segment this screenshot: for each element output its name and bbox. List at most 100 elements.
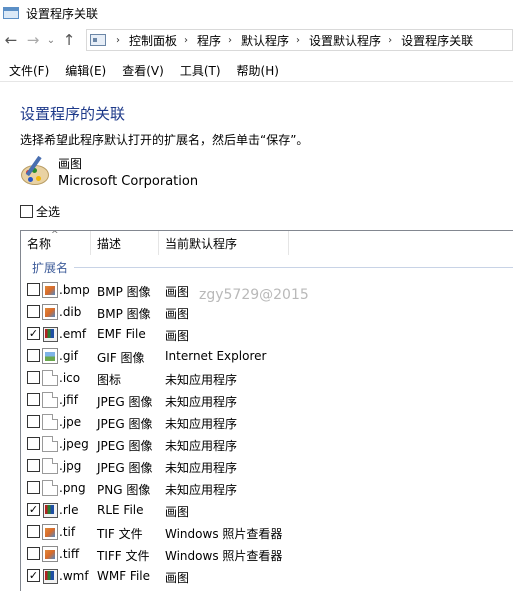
blank-file-icon [42, 458, 58, 474]
list-item[interactable]: .tiff TIFF 文件 Windows 照片查看器 [21, 543, 513, 565]
list-item[interactable]: ✓ .rle RLE File 画图 [21, 499, 513, 521]
list-rows: .bmp BMP 图像 画图 .dib BMP 图像 画图 ✓ .emf EMF File 画图.… [21, 279, 513, 587]
row-description: GIF 图像 [97, 351, 145, 365]
row-description: JPEG 图像 [97, 417, 153, 431]
row-default-program: Windows 照片查看器 [165, 527, 283, 541]
row-description: BMP 图像 [97, 307, 151, 321]
list-item[interactable]: .jpeg JPEG 图像 未知应用程序 [21, 433, 513, 455]
row-extension: .gif [59, 349, 78, 363]
row-default-program: 未知应用程序 [165, 461, 238, 475]
row-extension: .bmp [59, 283, 90, 297]
blank-file-icon [42, 370, 58, 386]
row-checkbox[interactable]: ✓ [27, 569, 40, 582]
row-description: EMF File [97, 327, 146, 341]
column-header-default-program[interactable]: 当前默认程序 [159, 231, 289, 255]
breadcrumb-separator-icon[interactable]: › [296, 35, 300, 46]
select-all-checkbox[interactable] [20, 205, 33, 218]
breadcrumb-separator-icon[interactable]: › [388, 35, 392, 46]
row-checkbox[interactable] [27, 525, 40, 538]
row-default-program: 画图 [165, 285, 190, 299]
row-checkbox[interactable] [27, 459, 40, 472]
row-description: JPEG 图像 [97, 395, 153, 409]
breadcrumb-separator-icon[interactable]: › [116, 35, 120, 46]
row-checkbox[interactable] [27, 349, 40, 362]
group-header-extensions[interactable]: 扩展名 [21, 257, 513, 277]
row-default-program: 未知应用程序 [165, 395, 238, 409]
list-item[interactable]: .dib BMP 图像 画图 [21, 301, 513, 323]
menu-tools[interactable]: 工具(T) [172, 62, 229, 79]
menu-file[interactable]: 文件(F) [0, 62, 57, 79]
blank-file-icon [42, 436, 58, 452]
group-label: 扩展名 [32, 260, 69, 275]
row-description: TIF 文件 [97, 527, 143, 541]
breadcrumb-separator-icon[interactable]: › [184, 35, 188, 46]
row-checkbox[interactable] [27, 393, 40, 406]
breadcrumb-separator-icon[interactable]: › [228, 35, 232, 46]
group-divider [74, 266, 513, 268]
row-description: PNG 图像 [97, 483, 151, 497]
page-title: 设置程序的关联 [20, 105, 126, 123]
row-default-program: Internet Explorer [165, 349, 267, 363]
control-panel-icon [90, 34, 106, 46]
list-item[interactable]: .jpg JPEG 图像 未知应用程序 [21, 455, 513, 477]
row-description: WMF File [97, 569, 151, 583]
list-item[interactable]: .gif GIF 图像 Internet Explorer [21, 345, 513, 367]
breadcrumb-default-programs[interactable]: 默认程序 [241, 32, 289, 49]
row-checkbox[interactable] [27, 415, 40, 428]
program-vendor: Microsoft Corporation [58, 174, 199, 189]
row-checkbox[interactable] [27, 547, 40, 560]
breadcrumb-control-panel[interactable]: 控制面板 [129, 32, 177, 49]
watermark-text: zgy5729@2015 [199, 287, 309, 303]
list-item[interactable]: ✓ .wmf WMF File 画图 [21, 565, 513, 587]
breadcrumb-set-associations[interactable]: 设置程序关联 [401, 32, 473, 49]
page-description: 选择希望此程序默认打开的扩展名，然后单击“保存”。 [20, 133, 309, 147]
back-arrow-icon[interactable]: ← [0, 29, 22, 51]
forward-arrow-icon[interactable]: → [22, 29, 44, 51]
list-item[interactable]: ✓ .emf EMF File 画图 [21, 323, 513, 345]
metafile-icon [42, 326, 58, 342]
row-default-program: 未知应用程序 [165, 373, 238, 387]
list-item[interactable]: .png PNG 图像 未知应用程序 [21, 477, 513, 499]
row-description: 图标 [97, 373, 122, 387]
column-header-name[interactable]: ^ 名称 [21, 231, 91, 255]
breadcrumb-set-default-programs[interactable]: 设置默认程序 [309, 32, 381, 49]
menu-help[interactable]: 帮助(H) [229, 62, 287, 79]
row-extension: .tif [59, 525, 76, 539]
list-item[interactable]: .tif TIF 文件 Windows 照片查看器 [21, 521, 513, 543]
metafile-icon [42, 568, 58, 584]
extension-list: ^ 名称 描述 当前默认程序 扩展名 .bmp BMP 图像 画图 .dib BMP 图… [20, 230, 513, 591]
row-checkbox[interactable]: ✓ [27, 503, 40, 516]
recent-locations-chevron-icon[interactable]: ⌄ [44, 29, 58, 51]
menu-bar: 文件(F) 编辑(E) 查看(V) 工具(T) 帮助(H) [0, 60, 513, 82]
column-header-description[interactable]: 描述 [91, 231, 159, 255]
menu-view[interactable]: 查看(V) [114, 62, 172, 79]
blank-file-icon [42, 392, 58, 408]
list-item[interactable]: .jpe JPEG 图像 未知应用程序 [21, 411, 513, 433]
row-checkbox[interactable] [27, 283, 40, 296]
menu-edit[interactable]: 编辑(E) [57, 62, 114, 79]
list-item[interactable]: .ico 图标 未知应用程序 [21, 367, 513, 389]
program-info: 画图 Microsoft Corporation [20, 155, 199, 190]
row-checkbox[interactable] [27, 481, 40, 494]
select-all[interactable]: 全选 [20, 203, 60, 220]
row-extension: .rle [59, 503, 79, 517]
row-checkbox[interactable] [27, 437, 40, 450]
row-default-program: Windows 照片查看器 [165, 549, 283, 563]
up-arrow-icon[interactable]: ↑ [58, 29, 80, 51]
row-extension: .png [59, 481, 86, 495]
title-bar: 设置程序关联 [0, 0, 513, 26]
row-extension: .ico [59, 371, 81, 385]
blank-file-icon [42, 480, 58, 496]
row-extension: .tiff [59, 547, 80, 561]
row-description: BMP 图像 [97, 285, 151, 299]
row-checkbox[interactable] [27, 371, 40, 384]
address-bar[interactable]: › 控制面板 › 程序 › 默认程序 › 设置默认程序 › 设置程序关联 [86, 29, 513, 51]
row-default-program: 画图 [165, 307, 190, 321]
breadcrumb-programs[interactable]: 程序 [197, 32, 221, 49]
navigation-bar: ← → ⌄ ↑ › 控制面板 › 程序 › 默认程序 › 设置默认程序 › 设置… [0, 28, 513, 52]
row-extension: .dib [59, 305, 82, 319]
row-checkbox[interactable]: ✓ [27, 327, 40, 340]
row-checkbox[interactable] [27, 305, 40, 318]
select-all-label[interactable]: 全选 [36, 203, 60, 220]
list-item[interactable]: .jfif JPEG 图像 未知应用程序 [21, 389, 513, 411]
